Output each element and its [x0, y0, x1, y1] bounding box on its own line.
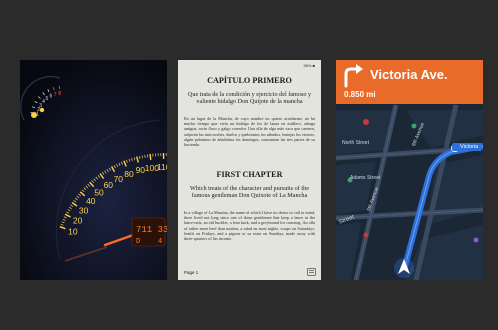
chapter2-body: In a village of La Mancha, the name of w…	[184, 210, 315, 242]
tach-label: 6	[50, 94, 53, 100]
poi-marker-icon[interactable]	[363, 232, 369, 238]
odometer-text: 711 33	[136, 225, 167, 235]
battery-status: 98% ■	[303, 63, 315, 68]
speed-label: 50	[94, 188, 104, 198]
street-label-adams: Adams Street	[350, 175, 381, 181]
chapter1-title: CAPÍTULO PRIMERO	[207, 76, 292, 85]
speed-label: 60	[104, 180, 114, 190]
navigation-panel: Victoria Ave. 0.850 mi North Street Adam…	[336, 60, 483, 280]
next-street-name: Victoria Ave.	[370, 67, 448, 82]
tach-label: 7	[54, 92, 57, 98]
destination-chip[interactable]: Victoria	[452, 143, 482, 151]
turn-banner: Victoria Ave. 0.850 mi	[336, 60, 483, 104]
speed-label: 40	[86, 196, 96, 206]
speed-tick	[149, 153, 152, 161]
speedometer-panel: 12345678 102030405060708090100110 711 33…	[20, 60, 167, 280]
speed-tick	[144, 154, 146, 158]
gear-indicator: D	[136, 238, 140, 246]
chapter1-body: En un lugar de la Mancha, de cuyo nombre…	[184, 116, 315, 148]
speed-tick	[146, 154, 149, 158]
speed-label: 10	[68, 227, 78, 237]
speedometer-svg: 12345678 102030405060708090100110 711 33…	[20, 60, 167, 280]
turn-distance: 0.850 mi	[344, 90, 376, 99]
ebook-panel: 98% ■ CAPÍTULO PRIMERO Que trata de la c…	[178, 60, 321, 280]
trip-indicator: 4	[158, 238, 162, 246]
chapter2-title: FIRST CHAPTER	[216, 170, 283, 179]
page-number: Page 1	[184, 270, 199, 275]
warning-light-icon	[31, 112, 37, 118]
turn-right-arrow-icon	[344, 64, 363, 88]
chapter1-subtitle: Que trata de la condición y ejercicio de…	[187, 91, 312, 106]
speed-label: 70	[114, 174, 124, 184]
menu-icon[interactable]	[307, 268, 316, 276]
speed-label: 80	[124, 169, 134, 179]
speed-label: 20	[73, 216, 83, 226]
indicator-light-icon	[39, 107, 45, 113]
street-label-north: North Street	[342, 140, 369, 146]
poi-marker-icon[interactable]	[363, 119, 369, 125]
speed-label: 30	[79, 205, 89, 215]
tach-label: 8	[58, 91, 61, 97]
speed-label: 110	[157, 162, 167, 172]
poi-marker-icon[interactable]	[473, 237, 479, 243]
chapter2-subtitle: Which treats of the character and pursui…	[190, 185, 309, 200]
poi-marker-icon[interactable]	[411, 123, 417, 129]
tach-label: 5	[46, 96, 49, 102]
